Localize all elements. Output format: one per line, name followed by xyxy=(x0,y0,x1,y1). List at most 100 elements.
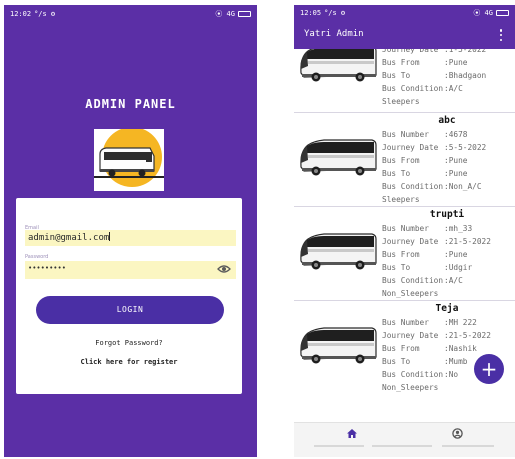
detail-key: Bus From xyxy=(382,58,420,67)
app-bar: 12:05 °/s ⚙ ⦿ 4G Yatri Admin xyxy=(294,5,515,49)
detail-value: :1-5-2022 xyxy=(444,49,487,54)
detail-value: :Pune xyxy=(444,58,468,67)
bus-condition-tail: Non_Sleepers xyxy=(382,383,439,392)
detail-key: Bus To xyxy=(382,357,411,366)
nav-profile[interactable] xyxy=(432,423,482,443)
app-title: Yatri Admin xyxy=(304,29,364,39)
detail-value: :21-5-2022 xyxy=(444,331,491,340)
bus-image xyxy=(298,321,378,366)
admin-login-screen: 12:02 °/s ⚙ ⦿ 4G ADMIN PANEL Email admin… xyxy=(4,5,257,457)
bottom-navigation xyxy=(294,422,515,457)
nav-home[interactable] xyxy=(327,423,377,443)
detail-value: :MH 222 xyxy=(444,318,477,327)
detail-value: :Mumb xyxy=(444,357,468,366)
bus-details: Bus Number:4678 Journey Date:5-5-2022 Bus … xyxy=(382,128,515,206)
bus-card[interactable]: trupti Bus Number :mh_33 Journey Date :21-5-… xyxy=(294,206,515,300)
bus-detail-row: Journey Date :21-5-2022 xyxy=(382,235,515,248)
bus-detail-row: Bus Number :mh_33 xyxy=(382,222,515,235)
login-card: Email admin@gmail.com Password •••••••••… xyxy=(16,198,242,394)
bus-image xyxy=(298,133,378,178)
bus-detail-row: Bus From :Pune xyxy=(382,248,515,261)
detail-key: Bus Number xyxy=(382,224,429,233)
account-circle-icon xyxy=(451,427,463,439)
eye-icon[interactable] xyxy=(217,264,231,274)
detail-value: :Udgir xyxy=(444,263,473,272)
yatri-admin-screen: 12:05 °/s ⚙ ⦿ 4G Yatri Admin Journey Dat… xyxy=(294,5,515,457)
password-field[interactable]: ••••••••• xyxy=(25,261,236,279)
bus-detail-row: Bus From:Nashik xyxy=(382,342,515,355)
bus-detail-row: Bus To:Pune xyxy=(382,167,515,180)
bus-logo xyxy=(94,129,164,191)
email-field[interactable]: admin@gmail.com xyxy=(25,230,236,246)
detail-value: :A/C xyxy=(444,276,463,285)
status-icons: °/s ⚙ xyxy=(34,10,56,18)
bus-name: abc xyxy=(438,115,456,126)
bus-card[interactable]: abc Bus Number:4678 Journey Date:5-5-2022 B… xyxy=(294,112,515,206)
detail-key: Journey Date xyxy=(382,331,439,340)
detail-value: :Bhadgaon xyxy=(444,71,487,80)
nav-divider xyxy=(442,445,494,447)
forgot-password-link[interactable]: Forgot Password? xyxy=(16,339,242,347)
detail-value: :4678 xyxy=(444,130,468,139)
bus-logo-icon xyxy=(94,129,164,187)
bus-detail-row: Journey Date :5-5-2022 xyxy=(382,141,515,154)
status-icons: °/s ⚙ xyxy=(324,9,346,17)
status-time: 12:05 xyxy=(300,9,322,17)
network-indicator: ⦿ 4G xyxy=(473,9,493,17)
bus-condition-tail: Sleepers xyxy=(382,97,420,106)
detail-value: :21-5-2022 xyxy=(444,237,491,246)
email-value: admin@gmail.com xyxy=(28,233,110,243)
status-time: 12:02 xyxy=(10,10,32,18)
detail-value: :Pune xyxy=(444,250,468,259)
more-options-icon[interactable] xyxy=(499,29,503,41)
detail-key: Bus Condition xyxy=(382,276,444,285)
nav-divider xyxy=(372,445,432,447)
detail-key: Bus Condition xyxy=(382,84,444,93)
detail-value: :A/C xyxy=(444,84,463,93)
detail-key: Bus From xyxy=(382,250,420,259)
password-label: Password xyxy=(25,254,49,260)
detail-key: Bus To xyxy=(382,71,411,80)
login-button[interactable]: LOGIN xyxy=(36,296,224,324)
detail-key: Bus To xyxy=(382,263,411,272)
password-value: ••••••••• xyxy=(28,264,66,272)
detail-value: :5-5-2022 xyxy=(444,143,487,152)
page-title: ADMIN PANEL xyxy=(85,97,176,111)
detail-value: :Nashik xyxy=(444,344,477,353)
bus-detail-row: Bus From :Pune xyxy=(382,154,515,167)
add-bus-button[interactable]: + xyxy=(474,354,504,384)
battery-icon xyxy=(238,11,251,17)
register-link[interactable]: Click here for register xyxy=(16,358,242,366)
detail-value: :Non_A/C xyxy=(444,182,482,191)
detail-key: Journey Date xyxy=(382,237,439,246)
bus-detail-row: Bus Number :MH 222 xyxy=(382,316,515,329)
detail-key: Bus Condition xyxy=(382,182,444,191)
detail-key: Journey Date xyxy=(382,143,439,152)
bus-detail-row: Bus Condition:A/C xyxy=(382,82,515,95)
bus-condition-tail: Non_Sleepers xyxy=(382,289,439,298)
bus-details: Journey Date :1-5-2022 Bus From :Pune Bus To… xyxy=(382,49,515,108)
bus-detail-row: Journey Date :1-5-2022 xyxy=(382,49,515,56)
detail-key: Bus To xyxy=(382,169,411,178)
nav-divider xyxy=(314,445,364,447)
bus-name: Teja xyxy=(435,303,459,314)
status-bar: 12:02 °/s ⚙ ⦿ 4G xyxy=(4,5,257,23)
bus-detail-row: Journey Date :21-5-2022 xyxy=(382,329,515,342)
detail-value: :Pune xyxy=(444,156,468,165)
detail-value: :No xyxy=(444,370,459,379)
detail-key: Bus Number xyxy=(382,318,429,327)
bus-detail-row: Bus Condition:A/C xyxy=(382,274,515,287)
detail-key: Bus From xyxy=(382,156,420,165)
detail-key: Journey Date xyxy=(382,49,439,54)
bus-condition-tail: Sleepers xyxy=(382,195,420,204)
status-bar: 12:05 °/s ⚙ ⦿ 4G xyxy=(294,5,515,21)
bus-name: trupti xyxy=(429,209,465,220)
bus-detail-row: Bus To :Bhadgaon xyxy=(382,69,515,82)
detail-value: :mh_33 xyxy=(444,224,473,233)
network-indicator: ⦿ 4G xyxy=(215,10,235,18)
bus-detail-row: Bus To :Udgir xyxy=(382,261,515,274)
screenshot-stage: 12:02 °/s ⚙ ⦿ 4G ADMIN PANEL Email admin… xyxy=(0,0,515,459)
bus-image xyxy=(298,49,378,84)
bus-detail-row: Bus From :Pune xyxy=(382,56,515,69)
bus-image xyxy=(298,227,378,272)
